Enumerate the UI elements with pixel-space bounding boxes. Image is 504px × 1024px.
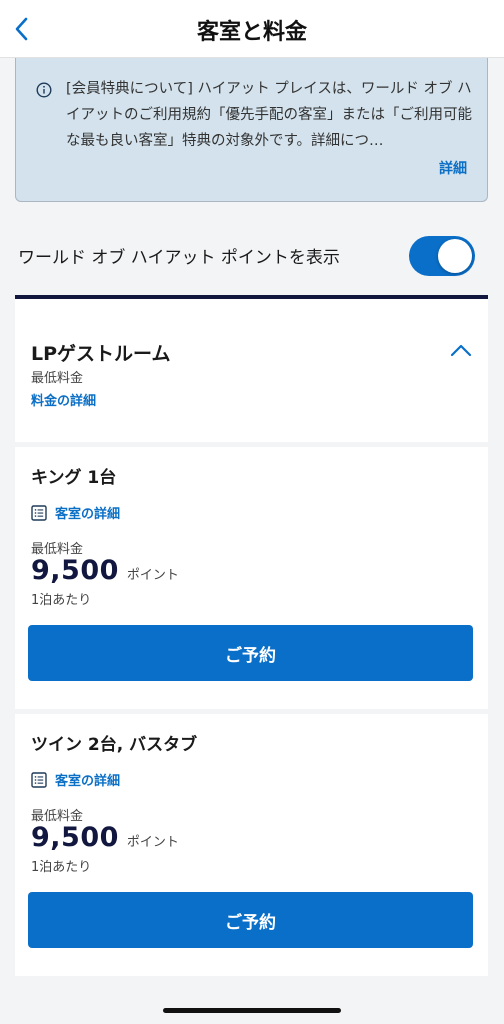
- points-toggle-label: ワールド オブ ハイアット ポイントを表示: [18, 248, 340, 268]
- price-unit: ポイント: [126, 568, 179, 583]
- room-details-link[interactable]: 客室の詳細: [31, 503, 120, 522]
- reserve-button[interactable]: ご予約: [28, 892, 473, 948]
- room-details-label: 客室の詳細: [55, 774, 121, 789]
- list-icon: [31, 771, 47, 788]
- room-option-twin: ツイン 2台, バスタブ 客室の詳細 最低料金 9,500 ポイント 1泊あたり…: [15, 714, 488, 976]
- room-type-min-rate-label: 最低料金: [31, 371, 84, 386]
- home-indicator[interactable]: [163, 1008, 341, 1013]
- points-toggle-row: ワールド オブ ハイアット ポイントを表示: [0, 228, 504, 284]
- notice-text: [会員特典について] ハイアット プレイスは、ワールド オブ ハイアットのご利用…: [66, 81, 472, 149]
- room-option-name: ツイン 2台, バスタブ: [31, 735, 198, 755]
- page-title: 客室と料金: [196, 20, 307, 45]
- room-type-header: LPゲストルーム 最低料金 料金の詳細: [15, 295, 488, 442]
- points-toggle-switch[interactable]: [409, 236, 475, 276]
- rate-details-link[interactable]: 料金の詳細: [31, 390, 96, 409]
- room-details-link[interactable]: 客室の詳細: [31, 770, 120, 789]
- price: 9,500 ポイント: [31, 822, 179, 853]
- list-icon: [31, 504, 47, 521]
- info-icon: [36, 82, 52, 98]
- price-value: 9,500: [31, 822, 119, 853]
- per-night-label: 1泊あたり: [31, 593, 92, 608]
- toggle-knob: [438, 239, 472, 273]
- notice-detail-link[interactable]: 詳細: [439, 158, 467, 178]
- member-benefit-notice: [会員特典について] ハイアット プレイスは、ワールド オブ ハイアットのご利用…: [15, 58, 488, 202]
- room-details-label: 客室の詳細: [55, 507, 121, 522]
- price: 9,500 ポイント: [31, 555, 179, 586]
- room-option-name: キング 1台: [31, 468, 117, 488]
- price-value: 9,500: [31, 555, 119, 586]
- reserve-button[interactable]: ご予約: [28, 625, 473, 681]
- per-night-label: 1泊あたり: [31, 860, 92, 875]
- room-option-king: キング 1台 客室の詳細 最低料金 9,500 ポイント 1泊あたり ご予約: [15, 447, 488, 709]
- top-nav-bar: 客室と料金: [0, 0, 504, 58]
- room-type-name: LPゲストルーム: [31, 343, 171, 365]
- price-unit: ポイント: [126, 835, 179, 850]
- chevron-up-icon[interactable]: [450, 343, 472, 357]
